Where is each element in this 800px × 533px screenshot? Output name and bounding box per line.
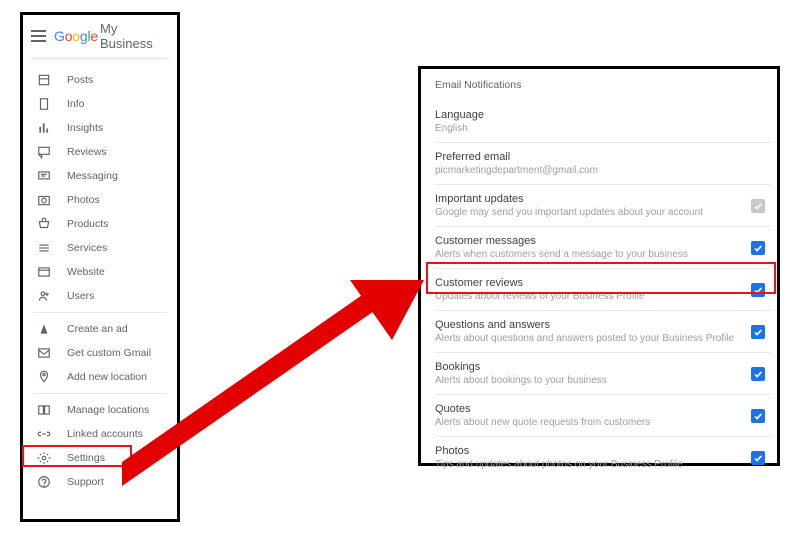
checkbox[interactable] [751, 325, 765, 339]
setting-row-language[interactable]: Language English [435, 101, 771, 142]
sidebar-item-messaging[interactable]: Messaging [23, 164, 177, 188]
setting-desc: Google may send you important updates ab… [435, 207, 771, 218]
sidebar-item-label: Services [67, 242, 107, 254]
sidebar-item-manage-locations[interactable]: Manage locations [23, 398, 177, 422]
users-icon [37, 289, 51, 303]
sidebar-item-products[interactable]: Products [23, 212, 177, 236]
gmail-icon [37, 346, 51, 360]
sidebar-separator [33, 393, 167, 394]
checkbox[interactable] [751, 451, 765, 465]
ad-icon [37, 322, 51, 336]
sidebar-item-label: Linked accounts [67, 428, 143, 440]
setting-row-quotes: Quotes Alerts about new quote requests f… [435, 394, 771, 436]
setting-label: Important updates [435, 193, 771, 205]
manage-icon [37, 403, 51, 417]
setting-label: Preferred email [435, 151, 771, 163]
google-logo: Google [54, 28, 98, 44]
sidebar-item-label: Insights [67, 122, 103, 134]
sidebar-item-label: Messaging [67, 170, 118, 182]
setting-desc: Tips and updates about photos on your Bu… [435, 459, 771, 470]
setting-row-photos: Photos Tips and updates about photos on … [435, 436, 771, 478]
sidebar-item-create-ad[interactable]: Create an ad [23, 317, 177, 341]
setting-desc: Alerts about new quote requests from cus… [435, 417, 771, 428]
sidebar-item-label: Users [67, 290, 94, 302]
setting-desc: Alerts when customers send a message to … [435, 249, 771, 260]
sidebar-item-custom-gmail[interactable]: Get custom Gmail [23, 341, 177, 365]
setting-label: Language [435, 109, 771, 121]
setting-label: Bookings [435, 361, 771, 373]
insights-icon [37, 121, 51, 135]
sidebar-item-label: Posts [67, 74, 93, 86]
sidebar-list-tools: Create an ad Get custom Gmail Add new lo… [23, 317, 177, 389]
sidebar-top-divider [31, 57, 169, 60]
sidebar-item-label: Website [67, 266, 105, 278]
sidebar-item-services[interactable]: Services [23, 236, 177, 260]
sidebar-item-label: Photos [67, 194, 100, 206]
sidebar-list-main: Posts Info Insights Reviews Messaging Ph… [23, 68, 177, 308]
sidebar-separator [33, 312, 167, 313]
section-title: Email Notifications [435, 79, 771, 91]
sidebar-item-posts[interactable]: Posts [23, 68, 177, 92]
sidebar-header: Google My Business [23, 15, 177, 55]
email-notifications-panel: Email Notifications Language English Pre… [418, 66, 780, 466]
sidebar-item-settings[interactable]: Settings [23, 446, 177, 470]
sidebar-item-label: Add new location [67, 371, 147, 383]
support-icon [37, 475, 51, 489]
sidebar-item-support[interactable]: Support [23, 470, 177, 494]
checkbox[interactable] [751, 367, 765, 381]
sidebar-item-website[interactable]: Website [23, 260, 177, 284]
sidebar-item-users[interactable]: Users [23, 284, 177, 308]
setting-label: Questions and answers [435, 319, 771, 331]
sidebar-item-photos[interactable]: Photos [23, 188, 177, 212]
checkbox[interactable] [751, 241, 765, 255]
checkbox-locked [751, 199, 765, 213]
setting-label: Photos [435, 445, 771, 457]
sidebar-item-reviews[interactable]: Reviews [23, 140, 177, 164]
sidebar-item-insights[interactable]: Insights [23, 116, 177, 140]
setting-label: Quotes [435, 403, 771, 415]
setting-desc: picmarketingdepartment@gmail.com [435, 165, 771, 176]
linked-icon [37, 427, 51, 441]
highlight-box-reviews [426, 262, 776, 294]
sidebar-panel: Google My Business Posts Info Insights R… [20, 12, 180, 522]
messaging-icon [37, 169, 51, 183]
setting-row-questions-answers: Questions and answers Alerts about quest… [435, 310, 771, 352]
sidebar-item-label: Info [67, 98, 85, 110]
sidebar-item-label: Create an ad [67, 323, 128, 335]
location-icon [37, 370, 51, 384]
sidebar-item-linked-accounts[interactable]: Linked accounts [23, 422, 177, 446]
website-icon [37, 265, 51, 279]
services-icon [37, 241, 51, 255]
info-icon [37, 97, 51, 111]
setting-desc: Alerts about questions and answers poste… [435, 333, 771, 344]
sidebar-item-label: Support [67, 476, 104, 488]
sidebar-item-label: Products [67, 218, 108, 230]
sidebar-list-account: Manage locations Linked accounts Setting… [23, 398, 177, 494]
sidebar-item-info[interactable]: Info [23, 92, 177, 116]
sidebar-item-label: Manage locations [67, 404, 149, 416]
setting-row-important-updates: Important updates Google may send you im… [435, 184, 771, 226]
sidebar-item-label: Reviews [67, 146, 107, 158]
post-icon [37, 73, 51, 87]
reviews-icon [37, 145, 51, 159]
setting-label: Customer messages [435, 235, 771, 247]
products-icon [37, 217, 51, 231]
photos-icon [37, 193, 51, 207]
sidebar-item-add-location[interactable]: Add new location [23, 365, 177, 389]
setting-desc: English [435, 123, 771, 134]
hamburger-icon[interactable] [31, 30, 46, 42]
setting-row-preferred-email[interactable]: Preferred email picmarketingdepartment@g… [435, 142, 771, 184]
setting-row-bookings: Bookings Alerts about bookings to your b… [435, 352, 771, 394]
highlight-box-settings [22, 445, 132, 467]
product-name: My Business [100, 21, 169, 51]
sidebar-item-label: Get custom Gmail [67, 347, 151, 359]
checkbox[interactable] [751, 409, 765, 423]
setting-desc: Alerts about bookings to your business [435, 375, 771, 386]
